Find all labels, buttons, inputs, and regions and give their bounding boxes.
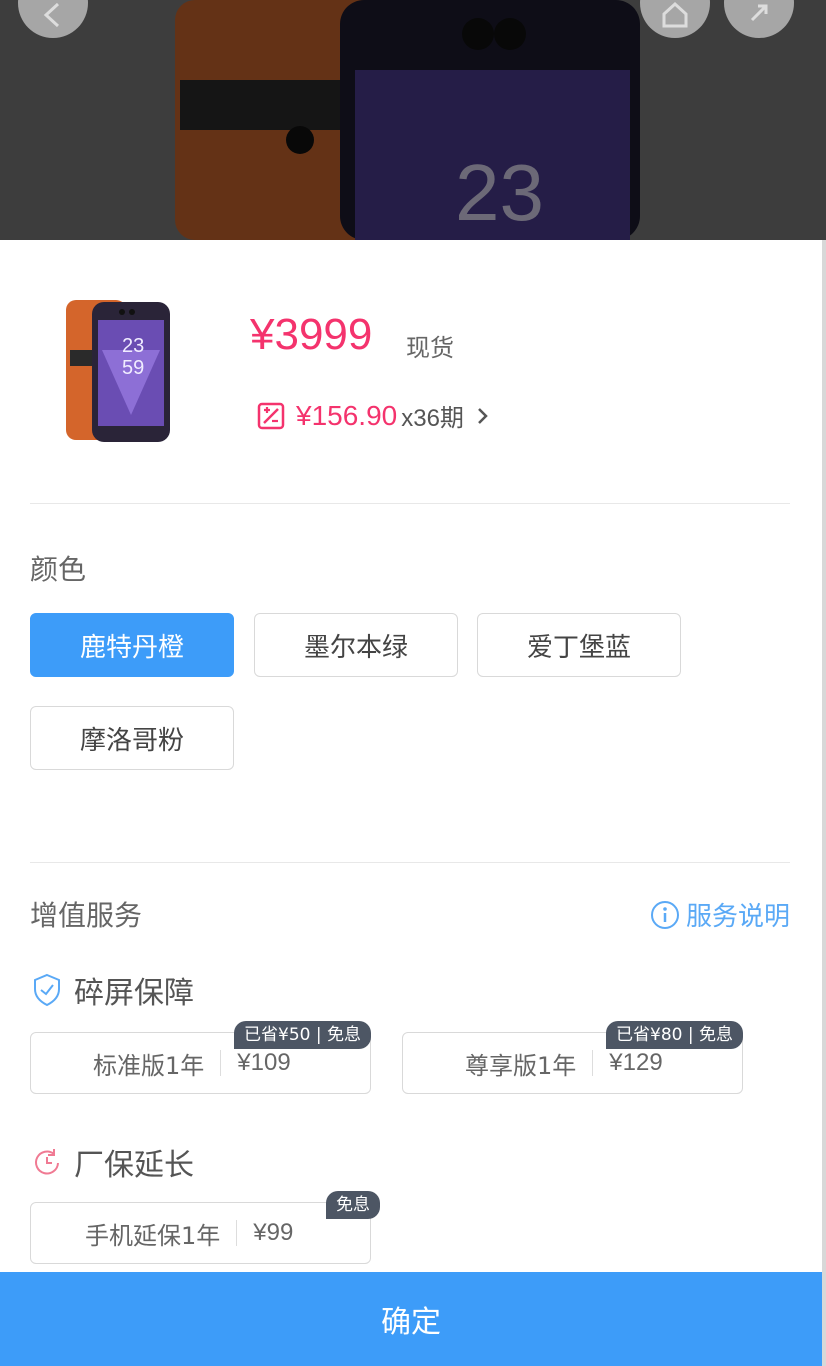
product-price: ¥3999 (250, 310, 373, 359)
option-separator (592, 1050, 594, 1076)
shield-check-icon (34, 973, 60, 1007)
confirm-button[interactable]: 确定 (0, 1272, 822, 1366)
option-price: ¥129 (609, 1049, 663, 1076)
value-services-title: 增值服务 (30, 899, 143, 932)
screen-protection-heading: 碎屏保障 (32, 968, 194, 1012)
color-option-morocco-pink[interactable]: 摩洛哥粉 (30, 706, 234, 770)
warranty-extension-title: 厂保延长 (74, 1148, 194, 1183)
installment-amount: ¥156.90 (296, 399, 398, 431)
svg-text:23: 23 (122, 335, 144, 357)
service-info-label: 服务说明 (685, 902, 790, 932)
interest-free-tag: 免息 (326, 1191, 380, 1219)
scrollbar[interactable] (822, 240, 826, 1366)
color-option-rotterdam-orange[interactable]: 鹿特丹橙 (30, 613, 234, 677)
stock-status: 现货 (406, 334, 454, 362)
color-section-title: 颜色 (30, 553, 87, 586)
share-icon (750, 4, 768, 22)
clock-refresh-icon (35, 1149, 59, 1175)
installment-info[interactable]: ¥156.90 x36期 (256, 398, 490, 433)
color-option-edinburgh-blue[interactable]: 爱丁堡蓝 (477, 613, 681, 677)
service-info-link[interactable]: 服务说明 (650, 896, 790, 933)
divider (30, 862, 790, 863)
option-separator (220, 1050, 222, 1076)
spec-selection-sheet: 23 59 ¥3999 现货 ¥156.90 x36期 颜色 鹿特丹橙 墨尔本绿… (0, 240, 822, 1366)
info-icon (650, 900, 679, 929)
chevron-right-icon (478, 407, 488, 424)
product-thumbnail: 23 59 (30, 290, 210, 460)
divider (30, 503, 790, 504)
option-separator (236, 1220, 238, 1246)
warranty-extension-option[interactable]: 手机延保1年 ¥99 (30, 1202, 371, 1264)
discount-tag: 已省¥50 | 免息 (234, 1021, 371, 1049)
back-icon (43, 2, 60, 28)
option-price: ¥109 (237, 1049, 291, 1076)
option-name: 尊享版1年 (465, 1051, 577, 1080)
discount-tag: 已省¥80 | 免息 (606, 1021, 743, 1049)
installment-icon (257, 402, 285, 429)
home-icon (662, 1, 688, 28)
option-name: 手机延保1年 (85, 1221, 221, 1250)
option-price: ¥99 (253, 1219, 294, 1246)
svg-text:59: 59 (122, 357, 144, 379)
warranty-extension-heading: 厂保延长 (32, 1140, 194, 1184)
background-product-banner: 23 (0, 0, 826, 240)
installment-period: x36期 (401, 405, 464, 432)
option-name: 标准版1年 (93, 1051, 205, 1080)
screen-protection-title: 碎屏保障 (74, 976, 194, 1011)
color-option-melbourne-green[interactable]: 墨尔本绿 (254, 613, 458, 677)
